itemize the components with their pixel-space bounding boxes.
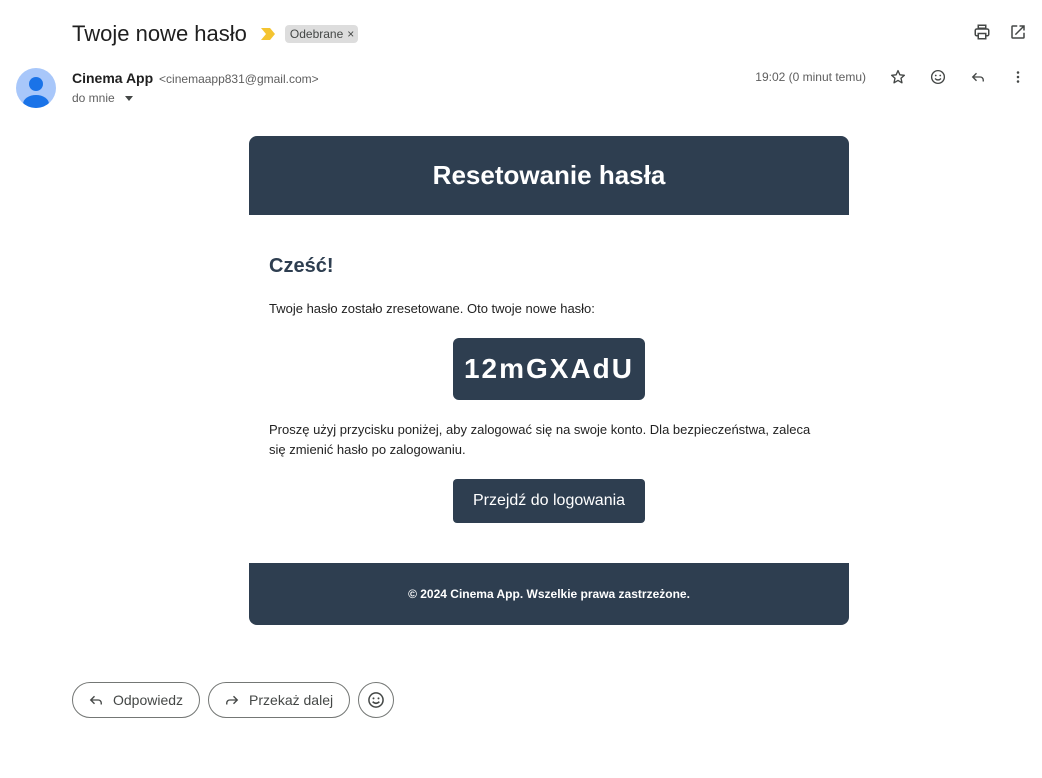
forward-button[interactable]: Przekaż dalej bbox=[208, 682, 351, 718]
copyright-text: © 2024 Cinema App. Wszelkie prawa zastrz… bbox=[408, 587, 690, 601]
avatar[interactable] bbox=[16, 68, 56, 108]
timestamp: 19:02 (0 minut temu) bbox=[755, 70, 866, 84]
star-icon[interactable] bbox=[888, 67, 908, 87]
email-header-banner: Resetowanie hasła bbox=[249, 136, 849, 215]
message-meta: 19:02 (0 minut temu) bbox=[755, 67, 1028, 87]
email-subject: Twoje nowe hasło bbox=[72, 21, 247, 46]
sender-email: <cinemaapp831@gmail.com> bbox=[159, 72, 319, 86]
emoji-reaction-button[interactable] bbox=[358, 682, 395, 718]
label-chip-text: Odebrane bbox=[289, 27, 344, 41]
email-header-title: Resetowanie hasła bbox=[432, 160, 666, 190]
importance-marker-icon[interactable] bbox=[260, 28, 275, 40]
reply-icon[interactable] bbox=[968, 67, 988, 87]
remove-label-button[interactable]: × bbox=[347, 27, 354, 41]
greeting: Cześć! bbox=[269, 255, 334, 277]
recipient-details-toggle[interactable]: do mnie bbox=[72, 91, 133, 105]
forward-icon bbox=[223, 691, 241, 709]
sender-line: Cinema App <cinemaapp831@gmail.com> bbox=[72, 70, 319, 86]
bottom-actions: Odpowiedz Przekaż dalej bbox=[72, 682, 395, 718]
email-body-card: Resetowanie hasła Cześć! Twoje hasło zos… bbox=[249, 136, 849, 625]
forward-label: Przekaż dalej bbox=[249, 692, 334, 708]
recipient-label: do mnie bbox=[72, 91, 115, 105]
reply-label: Odpowiedz bbox=[113, 692, 184, 708]
reply-button[interactable]: Odpowiedz bbox=[72, 682, 201, 718]
instructions-text: Proszę użyj przycisku poniżej, aby zalog… bbox=[269, 422, 811, 457]
email-footer: © 2024 Cinema App. Wszelkie prawa zastrz… bbox=[249, 563, 849, 625]
emoji-reaction-icon bbox=[366, 690, 386, 710]
subject-row: Twoje nowe hasło Odebrane × bbox=[72, 18, 359, 50]
emoji-reaction-icon[interactable] bbox=[928, 67, 948, 87]
open-in-new-window-icon[interactable] bbox=[1008, 22, 1028, 42]
top-actions bbox=[972, 22, 1028, 42]
label-chip-inbox: Odebrane × bbox=[284, 25, 359, 43]
intro-text: Twoje hasło zostało zresetowane. Oto two… bbox=[269, 301, 595, 316]
reply-icon bbox=[87, 691, 105, 709]
caret-down-icon bbox=[124, 95, 133, 101]
sender-name[interactable]: Cinema App bbox=[72, 70, 153, 86]
more-vertical-icon[interactable] bbox=[1008, 67, 1028, 87]
print-icon[interactable] bbox=[972, 22, 992, 42]
new-password: 12mGXAdU bbox=[452, 338, 646, 400]
go-to-login-button[interactable]: Przejdź do logowania bbox=[452, 479, 646, 523]
email-content: Cześć! Twoje hasło zostało zresetowane. … bbox=[249, 215, 849, 563]
